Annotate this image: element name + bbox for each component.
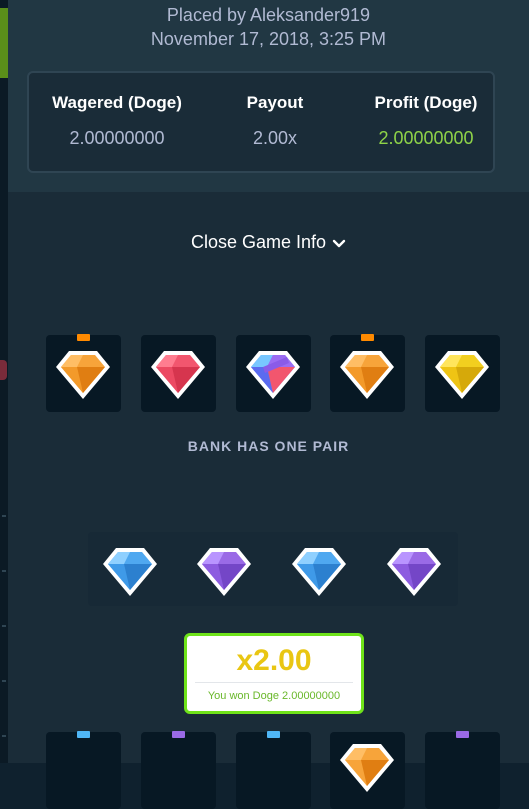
pair-marker (456, 731, 469, 738)
backdrop-accent (0, 8, 8, 78)
pair-marker (77, 731, 90, 738)
gem-card (236, 731, 311, 809)
win-result-box: x2.00 You won Doge 2.00000000 (184, 633, 364, 714)
payout-label: Payout (246, 93, 304, 112)
backdrop-tick (2, 735, 6, 737)
backdrop-badge (0, 360, 7, 380)
gem-card (425, 731, 500, 809)
wagered-value: 2.00000000 (69, 128, 165, 148)
bank-gem-card (46, 334, 121, 412)
red-gem-icon (151, 351, 205, 399)
multicolor-gem-icon (246, 351, 300, 399)
pair-marker (172, 731, 185, 738)
wagered-label: Wagered (Doge) (52, 93, 182, 112)
win-multiplier: x2.00 (236, 644, 312, 677)
bet-header: Placed by Aleksander919 November 17, 201… (8, 0, 529, 192)
purple-gem-icon (197, 548, 251, 596)
purple-gem-icon (387, 548, 441, 596)
page-backdrop (0, 0, 8, 763)
bank-gem-card (236, 335, 311, 412)
pair-marker (77, 334, 90, 341)
chevron-down-icon (332, 233, 346, 254)
bank-gem-card (141, 335, 216, 412)
bank-gem-card (330, 334, 405, 412)
profit-value: 2.00000000 (378, 128, 474, 148)
placed-by-text: Placed by Aleksander919 (166, 5, 371, 25)
bank-gem-card (425, 335, 500, 412)
payout-value: 2.00x (252, 128, 298, 148)
player-gem-row (88, 532, 458, 606)
yellow-gem-icon (435, 351, 489, 399)
backdrop-tick (2, 570, 6, 572)
close-game-info-button[interactable]: Close Game Info (8, 232, 529, 254)
backdrop-tick (2, 625, 6, 627)
divider (195, 682, 353, 683)
profit-label: Profit (Doge) (374, 93, 478, 112)
orange-gem-icon (340, 744, 394, 792)
close-game-info-label: Close Game Info (190, 232, 327, 252)
orange-gem-icon (340, 351, 394, 399)
gem-card (46, 731, 121, 809)
backdrop-tick (2, 680, 6, 682)
blue-gem-icon (292, 548, 346, 596)
gem-card (141, 731, 216, 809)
orange-gem-icon (56, 351, 110, 399)
win-message: You won Doge 2.00000000 (207, 690, 341, 702)
bet-timestamp: November 17, 2018, 3:25 PM (150, 29, 387, 49)
gem-card (330, 732, 405, 809)
backdrop-tick (2, 515, 6, 517)
blue-gem-icon (103, 548, 157, 596)
bet-details-modal: Placed by Aleksander919 November 17, 201… (8, 0, 529, 809)
pair-marker (361, 334, 374, 341)
pair-marker (267, 731, 280, 738)
bet-stats-box: Wagered (Doge) 2.00000000 Payout 2.00x P… (27, 71, 495, 173)
bank-result-label: BANK HAS ONE PAIR (187, 438, 350, 454)
